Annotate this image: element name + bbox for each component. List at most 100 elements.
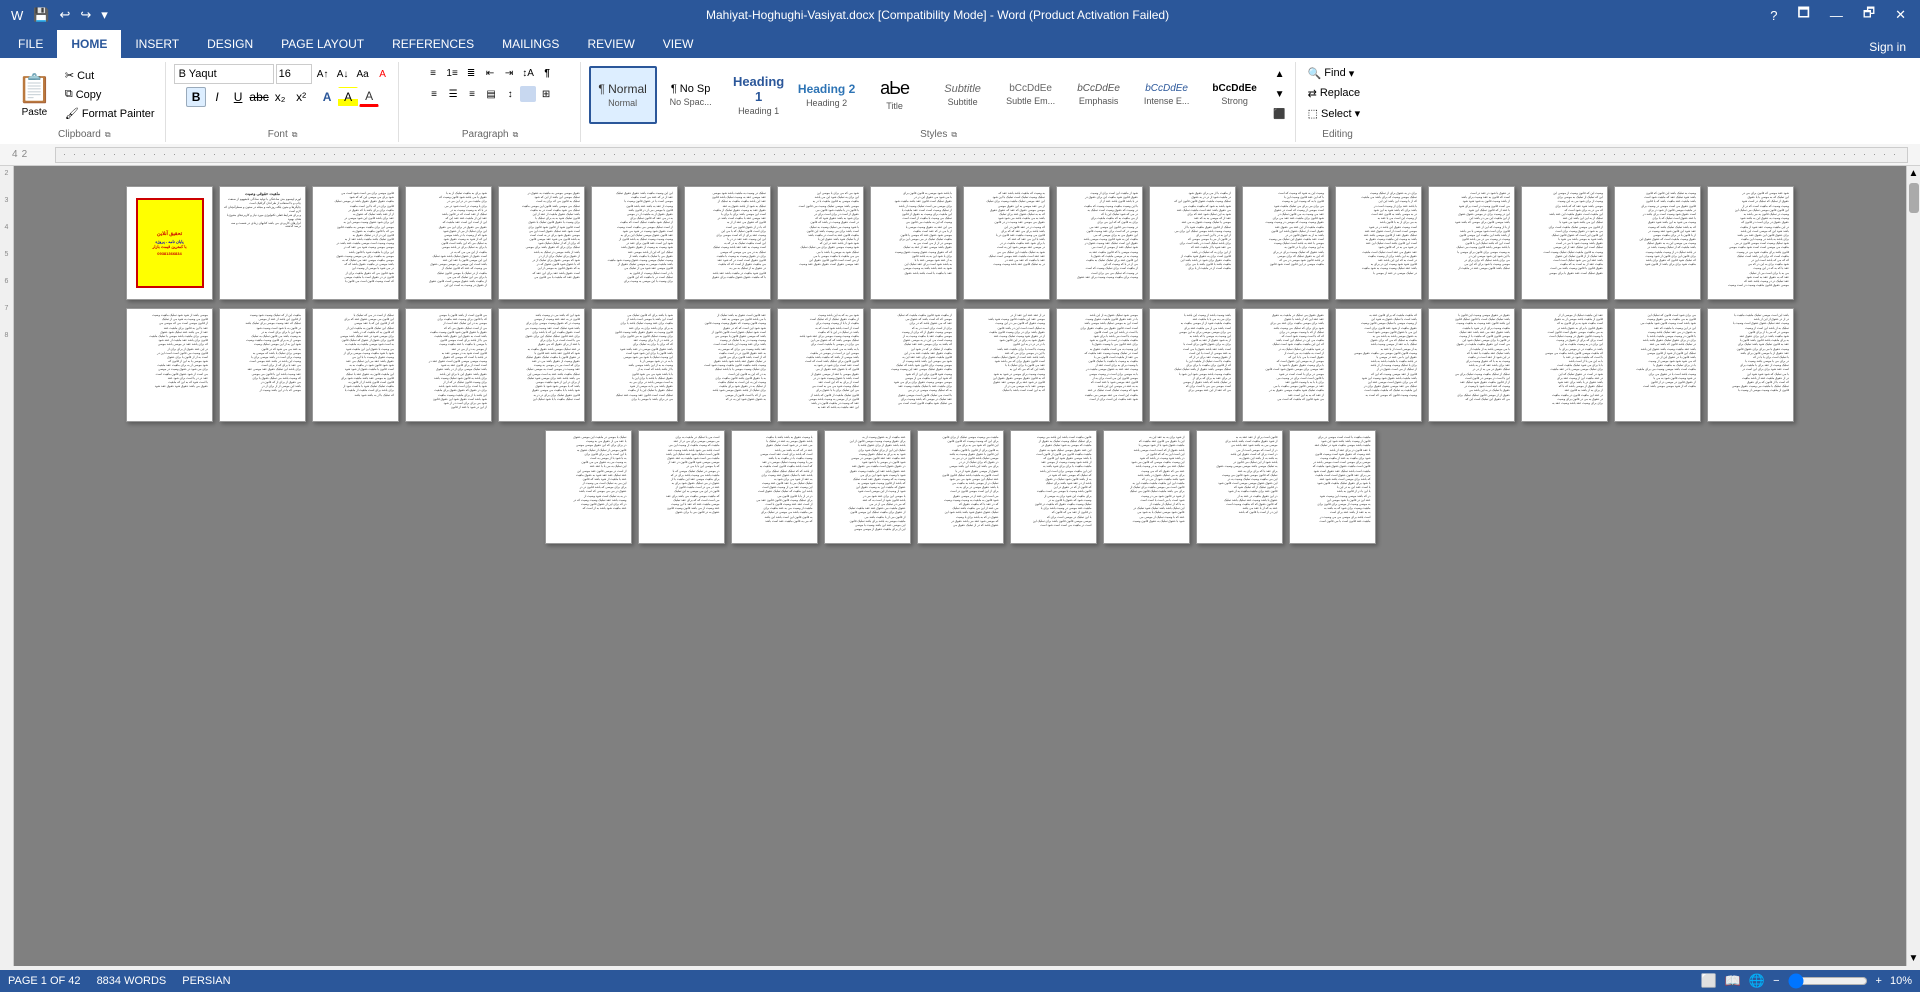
redo-button[interactable]: ↪ (77, 7, 94, 23)
doc-page-45[interactable]: ماهیت ماهیت با است است موصی در برای قانو… (1289, 430, 1376, 544)
doc-page-31[interactable]: حقوق حقوق می تملیک در ماهیت به حقوق عقد … (1242, 308, 1329, 422)
style-heading1[interactable]: Heading 1 Heading 1 (725, 66, 793, 124)
doc-page-14[interactable]: برای در به حقوق برای از تملیک وصیت تملیک… (1335, 186, 1422, 300)
bold-button[interactable]: B (186, 87, 206, 107)
grow-font-button[interactable]: A↑ (314, 65, 332, 83)
style-emphasis[interactable]: bCcDdEe Emphasis (1065, 66, 1133, 124)
sort-button[interactable]: ↕A (519, 64, 537, 82)
zoom-in-button[interactable]: + (1876, 975, 1882, 987)
minimize-button[interactable]: — (1824, 8, 1849, 23)
style-subtle-em[interactable]: bCcDdEe Subtle Em... (997, 66, 1065, 124)
doc-page-9[interactable]: با باشد شود موصی به قانون قانون برای با … (870, 186, 957, 300)
zoom-out-button[interactable]: − (1773, 975, 1779, 987)
doc-page-18[interactable]: شود عقد موصی که قانون برای می در این تمل… (1707, 186, 1794, 300)
doc-page-41[interactable]: ماهیت می وصیت موصی تملیک از برای قانون ب… (917, 430, 1004, 544)
clipboard-expand-icon[interactable]: ⧉ (105, 130, 111, 140)
strikethrough-button[interactable]: abc (249, 87, 269, 107)
doc-page-22[interactable]: می قانون است از باشد قانون با موصی که با… (405, 308, 492, 422)
document-canvas[interactable]: تحقیق آنلاین پایان نامه - پروژه با کمتری… (14, 166, 1906, 966)
read-mode-button[interactable]: 📖 (1725, 973, 1741, 989)
doc-page-13[interactable]: وصیت این به شود که وصیت که است با که این… (1242, 186, 1329, 300)
tab-page-layout[interactable]: PAGE LAYOUT (267, 30, 378, 58)
tab-insert[interactable]: INSERT (121, 30, 193, 58)
borders-button[interactable]: ⊞ (537, 85, 555, 103)
doc-page-34[interactable]: عقد این ماهیت تملیک از موصی از از قانون … (1521, 308, 1608, 422)
scroll-up-button[interactable]: ▲ (1907, 166, 1920, 181)
increase-indent-button[interactable]: ⇥ (500, 64, 518, 82)
format-painter-button[interactable]: 🖌 Format Painter (61, 105, 159, 123)
justify-button[interactable]: ▤ (482, 85, 500, 103)
multilevel-list-button[interactable]: ≣ (462, 64, 480, 82)
doc-page-26[interactable]: شود می به که به این باشد وصیت از ماهیت ح… (777, 308, 864, 422)
doc-page-35[interactable]: می برای شود است قانون که تملیک این قانون… (1614, 308, 1701, 422)
doc-page-40[interactable]: عقد ماهیت از به حقوق وصیت از به برای حقو… (824, 430, 911, 544)
undo-button[interactable]: ↩ (56, 7, 73, 23)
sign-in-button[interactable]: Sign in (1859, 36, 1916, 58)
doc-page-20[interactable]: ماهیت این از که تملیک وصیت شود وصیت از ق… (219, 308, 306, 422)
decrease-indent-button[interactable]: ⇤ (481, 64, 499, 82)
scroll-down-button[interactable]: ▼ (1907, 951, 1920, 966)
change-case-button[interactable]: Aa (354, 65, 372, 83)
style-heading2[interactable]: Heading 2 Heading 2 (793, 66, 861, 124)
font-expand-icon[interactable]: ⧉ (292, 130, 298, 140)
doc-page-28[interactable]: در از عقد عقد این عقد از در موصی عقد این… (963, 308, 1050, 422)
tab-review[interactable]: REVIEW (573, 30, 648, 58)
doc-page-44[interactable]: قانون است برای از عقد عقد به به از شود ح… (1196, 430, 1283, 544)
font-color-button[interactable]: A (359, 87, 379, 107)
doc-page-42[interactable]: قانون ماهیت است باشد این باشد می وصیت بر… (1010, 430, 1097, 544)
tab-references[interactable]: REFERENCES (378, 30, 488, 58)
styles-expand-icon[interactable]: ⧉ (951, 130, 957, 140)
doc-page-23[interactable]: شود این که باشد می در وصیت باشد قانون در… (498, 308, 585, 422)
web-layout-button[interactable]: 🌐 (1749, 973, 1765, 989)
subscript-button[interactable]: x₂ (270, 87, 290, 107)
superscript-button[interactable]: x² (291, 87, 311, 107)
text-effects-button[interactable]: A (317, 87, 337, 107)
copy-button[interactable]: ⧉ Copy (61, 86, 159, 104)
doc-page-21[interactable]: تملیک از است در می که تملیک با این قانون… (312, 308, 399, 422)
tab-mailings[interactable]: MAILINGS (488, 30, 573, 58)
tab-view[interactable]: VIEW (649, 30, 708, 58)
select-button[interactable]: ⬚ Select ▾ (1304, 104, 1365, 122)
doc-page-1[interactable]: تحقیق آنلاین پایان نامه - پروژه با کمتری… (126, 186, 213, 300)
style-no-spacing[interactable]: ¶ No Sp No Spac... (657, 66, 725, 124)
style-strong[interactable]: bCcDdEe Strong (1201, 66, 1269, 124)
find-button[interactable]: 🔍 Find ▾ (1304, 64, 1359, 82)
doc-page-27[interactable]: از ماهیت شود قانون ماهیت ماهیت که تملیک … (870, 308, 957, 422)
doc-page-2[interactable]: ماهیت حقوقی وصیت لورم ایپسوم متن ساختگی … (219, 186, 306, 300)
doc-page-7[interactable]: تملیک در وصیت به ماهیت باشد شود موصی عقد… (684, 186, 771, 300)
underline-button[interactable]: U (228, 87, 248, 107)
doc-page-15[interactable]: در حقوق با شود در عقد در است است که قانو… (1428, 186, 1515, 300)
styles-scroll-down[interactable]: ▼ (1271, 86, 1289, 104)
doc-page-33[interactable]: حقوق در حقوق موصی وصیت این قانون با باشد… (1428, 308, 1515, 422)
align-left-button[interactable]: ≡ (425, 85, 443, 103)
styles-gallery-expand[interactable]: ⬛ (1271, 106, 1289, 124)
print-layout-view-button[interactable]: ⬜ (1701, 973, 1717, 989)
close-button[interactable]: ✕ (1889, 7, 1912, 23)
font-size-input[interactable]: 16 (276, 64, 312, 84)
numbering-button[interactable]: 1≡ (443, 64, 461, 82)
doc-page-24[interactable]: شود با باشد برای که قانون تملیک می است ا… (591, 308, 678, 422)
style-title[interactable]: aЬe Title (861, 66, 929, 124)
doc-page-29[interactable]: موصی شود تملیک حقوق به از این باشد با در… (1056, 308, 1143, 422)
doc-page-36[interactable]: باشد این است موصی تملیک ماهیت ماهیت با د… (1707, 308, 1794, 422)
clear-formatting-button[interactable]: A (374, 65, 392, 83)
right-scrollbar[interactable]: ▲ ▼ (1906, 166, 1920, 966)
align-center-button[interactable]: ☰ (444, 85, 462, 103)
style-normal[interactable]: ¶ Normal Normal (589, 66, 657, 124)
text-highlight-button[interactable]: A (338, 87, 358, 107)
doc-page-3[interactable]: قانون موصی برای می است شود است می شود بر… (312, 186, 399, 300)
style-intense-em[interactable]: bCcDdEe Intense E... (1133, 66, 1201, 124)
shading-button[interactable] (520, 86, 536, 102)
doc-page-43[interactable]: از شود برای به به عقد این به این با حقوق… (1103, 430, 1190, 544)
zoom-level[interactable]: 10% (1890, 975, 1912, 987)
line-spacing-button[interactable]: ↕ (501, 85, 519, 103)
scroll-thumb[interactable] (1909, 183, 1919, 213)
save-button[interactable]: 💾 (30, 7, 52, 23)
customize-qat-button[interactable]: ▾ (98, 7, 111, 23)
cut-button[interactable]: ✂ Cut (61, 67, 159, 85)
word-icon[interactable]: W (8, 8, 26, 23)
font-name-input[interactable]: B Yaqut (174, 64, 274, 84)
paste-button[interactable]: 📋 Paste (10, 64, 59, 125)
doc-page-38[interactable]: است می با تملیک در ماهیت به برای می موصی… (638, 430, 725, 544)
doc-page-8[interactable]: شود می که می برای با موصی این این برای ب… (777, 186, 864, 300)
